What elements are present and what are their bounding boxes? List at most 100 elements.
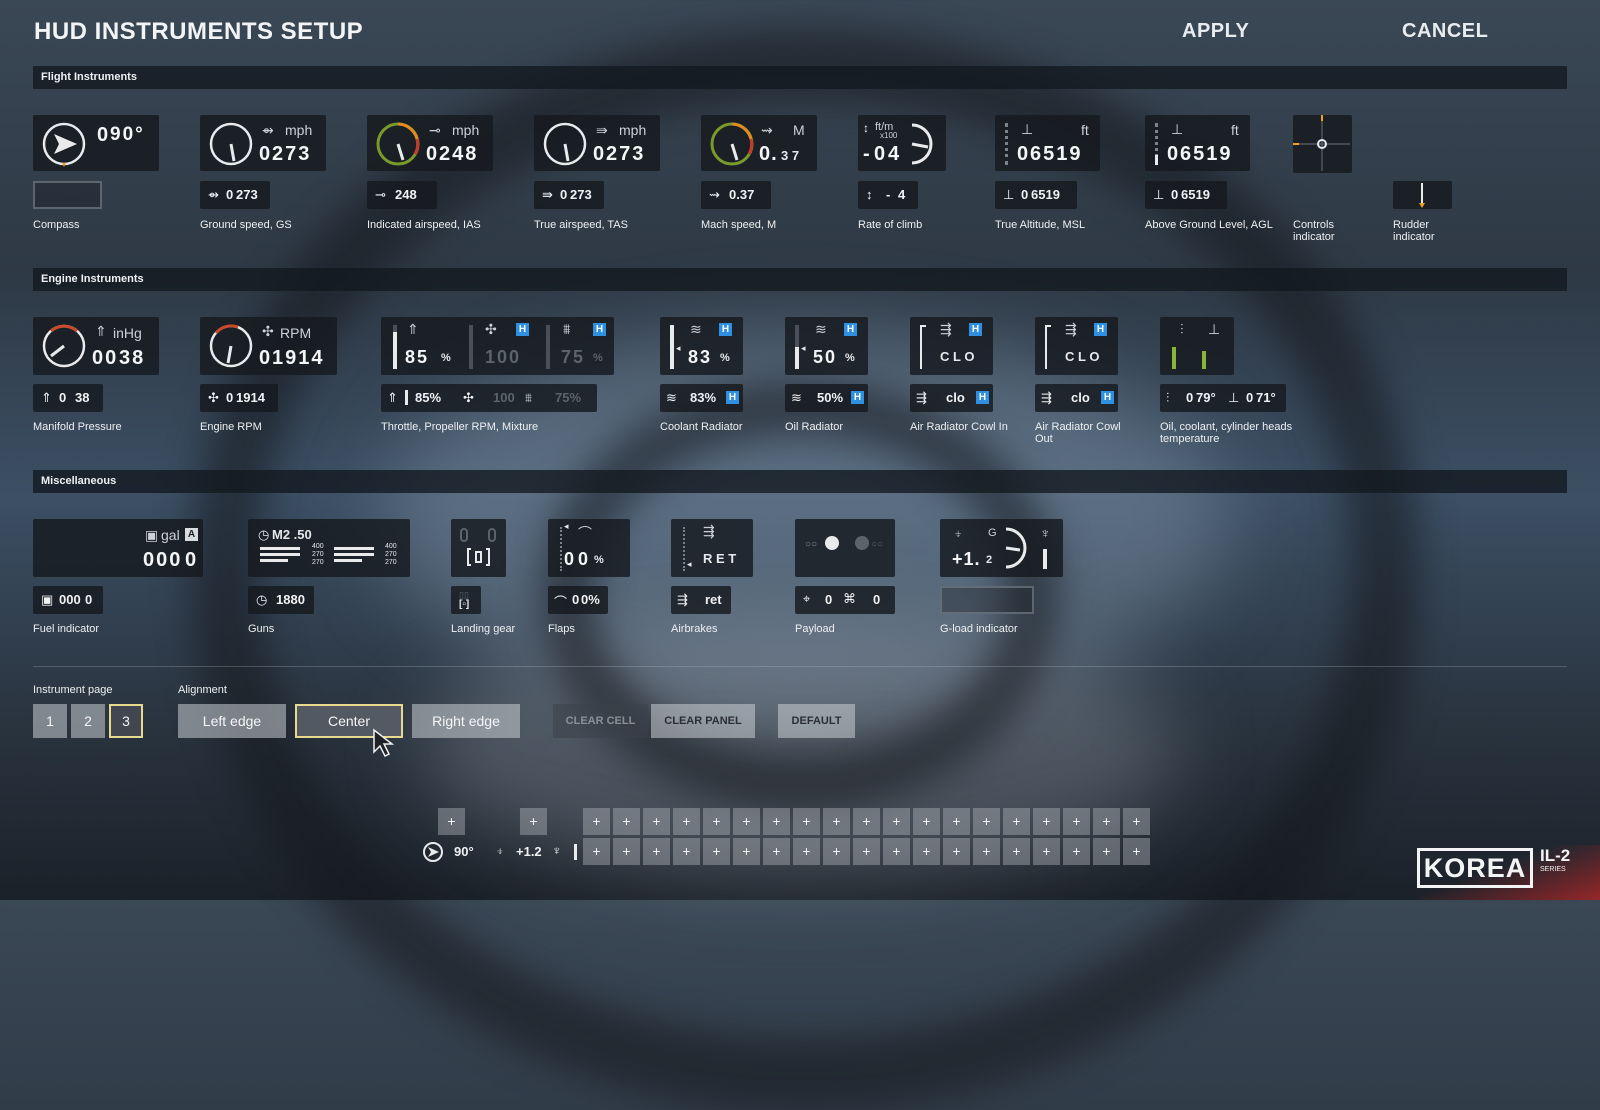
g-load-instrument[interactable]: ⍖ G +1. 2 ♆	[940, 519, 1063, 577]
rudder-instrument[interactable]	[1393, 181, 1452, 209]
grid-cell[interactable]: +	[1063, 808, 1090, 835]
airbrakes-small[interactable]: ⇶ ret	[671, 586, 731, 614]
grid-cell[interactable]: +	[520, 808, 547, 835]
rpm-instrument[interactable]: ✣ RPM 0 1914	[200, 317, 337, 375]
guns-small[interactable]: ◷ 1880	[248, 586, 314, 614]
grid-cell[interactable]: +	[673, 808, 700, 835]
grid-cell[interactable]: +	[793, 838, 820, 865]
manifold-instrument[interactable]: ⇑ inHg 00 38	[33, 317, 159, 375]
ground-speed-small[interactable]: ⇴ 0 273	[200, 181, 270, 209]
rpm-small[interactable]: ✣ 0 1914	[200, 384, 278, 412]
tas-instrument[interactable]: ⇛ mph 0 273	[534, 115, 660, 171]
cancel-button[interactable]: CANCEL	[1402, 20, 1488, 43]
compass-small-slot[interactable]	[33, 181, 102, 209]
grid-cell[interactable]: +	[973, 808, 1000, 835]
agl-small[interactable]: ⊥ 0 6519	[1145, 181, 1227, 209]
cowl-out-small[interactable]: ⇶ clo H	[1035, 384, 1118, 412]
payload-instrument[interactable]: ○○ ○○	[795, 519, 895, 577]
page-button-2[interactable]: 2	[71, 704, 105, 738]
grid-cell[interactable]: +	[1003, 808, 1030, 835]
agl-altitude-instrument[interactable]: ⊥ ft 0 6519	[1145, 115, 1250, 171]
rate-of-climb-small[interactable]: ↕ - 4	[858, 181, 918, 209]
grid-cell[interactable]: +	[733, 838, 760, 865]
grid-cell[interactable]: +	[673, 838, 700, 865]
grid-cell[interactable]: +	[823, 838, 850, 865]
grid-cell[interactable]: +	[643, 838, 670, 865]
payload-small[interactable]: ⌖ 0 ⌘ 0	[795, 586, 895, 614]
grid-cell[interactable]: +	[1093, 838, 1120, 865]
grid-cell[interactable]: +	[793, 808, 820, 835]
grid-cell[interactable]: +	[973, 838, 1000, 865]
manifold-small[interactable]: ⇑ 0 38	[33, 384, 103, 412]
coolant-radiator-instrument[interactable]: ◂ ≋ H 83 %	[660, 317, 743, 375]
grid-cell[interactable]: +	[733, 808, 760, 835]
grid-cell[interactable]: +	[583, 838, 610, 865]
cowl-in-instrument[interactable]: ⇶ H C L O	[910, 317, 993, 375]
clear-cell-button[interactable]: CLEAR CELL	[553, 704, 648, 738]
flaps-small[interactable]: ⌒ 0 0%	[548, 586, 608, 614]
grid-cell[interactable]: +	[763, 808, 790, 835]
mach-small[interactable]: ⇝ 0.37	[701, 181, 771, 209]
ground-speed-instrument[interactable]: ⇴ mph 0 273	[200, 115, 326, 171]
clear-panel-button[interactable]: CLEAR PANEL	[651, 704, 755, 738]
temperatures-small[interactable]: ⫶ 0 79° ⊥ 0 71°	[1160, 384, 1286, 412]
cowl-in-small[interactable]: ⇶ clo H	[910, 384, 993, 412]
g-load-small-slot[interactable]	[940, 586, 1034, 614]
grid-cell[interactable]: +	[883, 838, 910, 865]
landing-gear-small[interactable]: ▯▯ [▫]	[451, 586, 481, 614]
grid-cell[interactable]: +	[643, 808, 670, 835]
page-button-3[interactable]: 3	[109, 704, 143, 738]
grid-cell[interactable]: +	[943, 808, 970, 835]
grid-cell[interactable]: +	[1033, 838, 1060, 865]
align-right-button[interactable]: Right edge	[412, 704, 520, 738]
oil-radiator-instrument[interactable]: ◂ ≋ H 50 %	[785, 317, 868, 375]
cowl-out-instrument[interactable]: ⇶ H C L O	[1035, 317, 1118, 375]
grid-cell[interactable]: +	[853, 808, 880, 835]
apply-button[interactable]: APPLY	[1182, 20, 1249, 43]
compass-instrument[interactable]: 0 90°	[33, 115, 159, 171]
grid-cell[interactable]: +	[823, 808, 850, 835]
ias-instrument[interactable]: ⊸ mph 0 248	[367, 115, 493, 171]
msl-small[interactable]: ⊥ 0 6519	[995, 181, 1077, 209]
page-button-1[interactable]: 1	[33, 704, 67, 738]
default-button[interactable]: DEFAULT	[778, 704, 855, 738]
align-left-button[interactable]: Left edge	[178, 704, 286, 738]
grid-cell[interactable]: +	[703, 808, 730, 835]
grid-cell[interactable]: +	[438, 808, 465, 835]
grid-cell[interactable]: +	[1123, 838, 1150, 865]
grid-cell[interactable]: +	[913, 838, 940, 865]
grid-cell[interactable]: +	[1003, 838, 1030, 865]
grid-cell[interactable]: +	[1033, 808, 1060, 835]
rate-of-climb-instrument[interactable]: ↕ ft/m x100 - 0 4	[858, 115, 946, 171]
grid-cell[interactable]: +	[703, 838, 730, 865]
grid-cell[interactable]: +	[1063, 838, 1090, 865]
landing-gear-instrument[interactable]	[451, 519, 506, 577]
airbrakes-instrument[interactable]: ◂ ⇶ R E T	[671, 519, 753, 577]
oil-radiator-small[interactable]: ≋ 50% H	[785, 384, 868, 412]
grid-cell[interactable]: +	[883, 808, 910, 835]
grid-cell[interactable]: +	[913, 808, 940, 835]
flaps-icon: ⌒	[578, 525, 592, 541]
fuel-instrument[interactable]: ▣ gal A 000 0	[33, 519, 203, 577]
throttle-prop-mixture-instrument[interactable]: ⇑ 85 % ✣ H 100 ⩩ H 75 %	[381, 317, 614, 375]
grid-cell[interactable]: +	[613, 808, 640, 835]
grid-cell[interactable]: +	[613, 838, 640, 865]
coolant-radiator-small[interactable]: ≋ 83% H	[660, 384, 743, 412]
grid-cell[interactable]: +	[583, 808, 610, 835]
tas-small[interactable]: ⇛ 0 273	[534, 181, 604, 209]
grid-cell[interactable]: +	[853, 838, 880, 865]
fuel-small[interactable]: ▣ 000 0	[33, 586, 103, 614]
grid-cell[interactable]: +	[1093, 808, 1120, 835]
ias-small[interactable]: ⊸ 248	[367, 181, 437, 209]
msl-altitude-instrument[interactable]: ⊥ ft 0 6519	[995, 115, 1100, 171]
throttle-prop-mixture-small[interactable]: ⇑ 85% ✣ 100 ⩩ 75%	[381, 384, 597, 412]
controls-instrument[interactable]	[1293, 115, 1352, 173]
flaps-instrument[interactable]: ◂ ⌒ 0 0 %	[548, 519, 630, 577]
grid-cell[interactable]: +	[943, 838, 970, 865]
guns-instrument[interactable]: ◷ M2 .50 400 270 270 400 270 270	[248, 519, 410, 577]
temperatures-instrument[interactable]: ⫶ ⊥	[1160, 317, 1234, 375]
preview-placed-instruments[interactable]: 90° ⍖ +1.2 ♆	[418, 838, 586, 866]
grid-cell[interactable]: +	[1123, 808, 1150, 835]
mach-instrument[interactable]: ⇝ M 0. 3 7	[701, 115, 817, 171]
grid-cell[interactable]: +	[763, 838, 790, 865]
